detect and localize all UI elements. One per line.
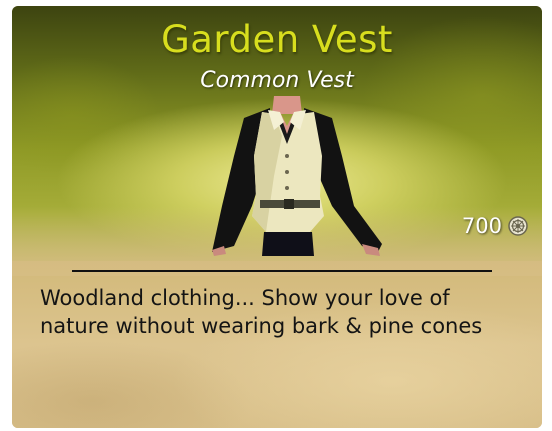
- divider: [72, 270, 492, 272]
- vest-icon: [212, 96, 382, 256]
- item-type: Common Vest: [200, 68, 354, 93]
- item-name: Garden Vest: [161, 18, 393, 61]
- price-value: 700: [461, 214, 502, 238]
- item-price: 700: [462, 214, 528, 238]
- item-description: Woodland clothing... Show your love of n…: [40, 286, 483, 338]
- item-tooltip-card: Garden Vest Common Vest 700 Woodland clo…: [12, 6, 542, 428]
- coin-icon: [508, 216, 528, 236]
